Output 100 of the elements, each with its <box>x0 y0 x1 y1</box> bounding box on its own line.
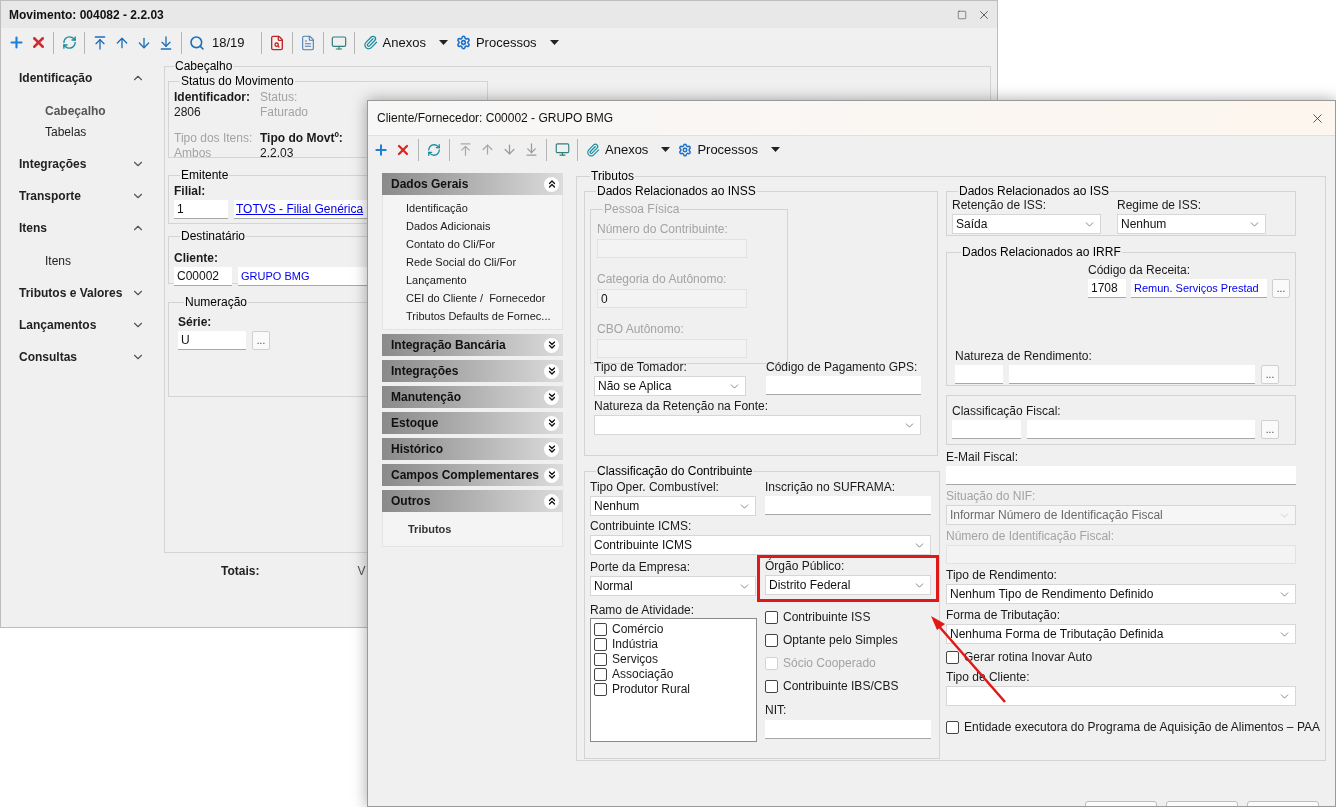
checkbox[interactable] <box>765 679 778 693</box>
nav-item[interactable]: Itens <box>19 250 161 271</box>
checkbox[interactable] <box>594 667 607 681</box>
field-label: Natureza da Retenção na Fonte: <box>594 399 769 413</box>
checkbox[interactable] <box>594 682 607 696</box>
checkbox[interactable] <box>946 650 959 664</box>
nav-item[interactable]: Tabelas <box>19 121 161 142</box>
toolbar-menu[interactable]: Anexos <box>358 31 452 54</box>
field-label: Tipo de Tomador: <box>594 360 687 374</box>
group-title: Emitente <box>180 168 230 182</box>
checkbox[interactable] <box>765 610 778 624</box>
text-field[interactable] <box>1027 420 1255 439</box>
accordion-item[interactable]: Rede Social do Cli/For <box>383 253 562 271</box>
accordion-header[interactable]: Integrações <box>382 360 563 382</box>
accordion-header[interactable]: Integração Bancária <box>382 334 563 356</box>
dropdown[interactable]: Nenhum <box>590 496 756 516</box>
dropdown[interactable]: Nenhum Tipo de Rendimento Definido <box>946 584 1296 604</box>
text-field[interactable] <box>946 466 1296 485</box>
maximize-icon[interactable] <box>957 9 967 20</box>
settings-icon <box>455 35 471 50</box>
window-title: Cliente/Fornecedor: C00002 - GRUPO BMG <box>377 110 614 127</box>
field-label: Tipo de Rendimento: <box>946 568 1057 582</box>
checkbox[interactable] <box>765 633 778 647</box>
field-value: Faturado <box>260 105 310 119</box>
text-field[interactable]: 1708 <box>1088 279 1126 298</box>
checkbox-label: Produtor Rural <box>612 682 691 696</box>
accordion-item[interactable]: Contato do Cli/For <box>383 235 562 253</box>
nav-section[interactable]: Lançamentos <box>19 309 145 341</box>
text-field[interactable] <box>955 365 1003 384</box>
nav-section[interactable]: Tributos e Valores <box>19 277 145 309</box>
nav-section[interactable]: Transporte <box>19 180 145 212</box>
field-label: Cliente: <box>174 251 218 265</box>
paperclip-icon <box>586 142 600 157</box>
group-title: Status do Movimento <box>180 74 295 88</box>
toolbar-menu[interactable]: Anexos <box>582 138 675 161</box>
field-label: Classificação Fiscal: <box>952 404 1061 418</box>
text-field[interactable] <box>766 376 921 395</box>
nav-item[interactable]: Cabeçalho <box>19 100 161 121</box>
text-field[interactable]: 1 <box>174 200 228 219</box>
field-label: Tipo Oper. Combustível: <box>590 480 719 494</box>
toolbar-menu[interactable]: Processos <box>451 31 563 54</box>
nav-section[interactable]: Itens <box>19 212 145 244</box>
field-label: Retenção de ISS: <box>952 198 1047 212</box>
text-field[interactable]: U <box>178 331 246 350</box>
field-label: Tipo dos Itens: <box>174 131 253 145</box>
dropdown[interactable]: Normal <box>590 576 756 596</box>
ellipsis-button[interactable]: ... <box>1261 420 1279 439</box>
checkbox-label: Contribuinte IBS/CBS <box>783 679 899 693</box>
ellipsis-button[interactable]: ... <box>1261 365 1279 384</box>
group-title: Dados Relacionados ao ISS <box>958 184 1111 198</box>
accordion-item[interactable]: Tributos Defaults de Fornec... <box>383 307 562 325</box>
nav-section[interactable]: Integrações <box>19 148 145 180</box>
text-field[interactable] <box>952 420 1021 439</box>
nav-section[interactable]: Consultas <box>19 341 145 373</box>
accordion-item[interactable]: Dados Adicionais <box>383 217 562 235</box>
field-label: Número do Contribuinte: <box>597 222 728 236</box>
dropdown[interactable]: Distrito Federal <box>765 575 931 595</box>
ellipsis-button[interactable]: ... <box>1272 279 1290 298</box>
text-field[interactable]: Remun. Serviços Prestad <box>1131 279 1267 298</box>
checkbox[interactable] <box>594 652 607 666</box>
field-label: Categoria do Autônomo: <box>597 272 727 286</box>
accordion-item[interactable]: Identificação <box>383 199 562 217</box>
accordion-header[interactable]: Manutenção <box>382 386 563 408</box>
text-field[interactable] <box>765 496 931 515</box>
checkbox-label: Sócio Cooperado <box>783 656 876 670</box>
checkbox-label: Associação <box>612 667 674 681</box>
paperclip-icon <box>362 35 378 50</box>
dropdown[interactable]: Saída <box>952 214 1101 234</box>
checkbox[interactable] <box>946 720 959 734</box>
text-field[interactable]: C00002 <box>174 267 232 286</box>
accordion-item[interactable]: Lançamento <box>383 271 562 289</box>
field-label: CBO Autônomo: <box>597 322 684 336</box>
record-position: 18/19 <box>211 33 246 52</box>
ellipsis-button[interactable]: ... <box>252 331 270 350</box>
accordion-header[interactable]: Dados Gerais <box>382 173 563 195</box>
field-label: Porte da Empresa: <box>590 560 691 574</box>
checkbox-label: Comércio <box>612 622 664 636</box>
checkbox[interactable] <box>594 637 607 651</box>
group-title: Numeração <box>184 295 249 309</box>
dropdown[interactable]: Contribuinte ICMS <box>590 535 931 555</box>
toolbar-menu[interactable]: Processos <box>674 138 785 161</box>
field-label: NIT: <box>765 703 787 717</box>
group-title: Pessoa Física <box>603 202 681 216</box>
accordion-header[interactable]: Estoque <box>382 412 563 434</box>
field-label: Ramo de Atividade: <box>590 603 695 617</box>
field-label: Código da Receita: <box>1088 263 1191 277</box>
field-label: Forma de Tributação: <box>946 608 1061 622</box>
text-field[interactable] <box>765 720 931 739</box>
field-label: Identificador: <box>174 90 250 104</box>
dropdown[interactable]: Nenhuma Forma de Tributação Definida <box>946 624 1296 644</box>
accordion-header[interactable]: Outros <box>382 490 563 512</box>
field-value: Ambos <box>174 146 213 160</box>
accordion-header[interactable]: Campos Complementares <box>382 464 563 486</box>
accordion-item[interactable]: CEI do Cliente / Fornecedor <box>383 289 562 307</box>
dropdown[interactable]: Não se Aplica <box>594 376 746 396</box>
text-field[interactable] <box>1009 365 1255 384</box>
nav-section[interactable]: Identificação <box>19 62 145 94</box>
dropdown[interactable]: Nenhum <box>1117 214 1266 234</box>
checkbox[interactable] <box>594 622 607 636</box>
accordion-header[interactable]: Histórico <box>382 438 563 460</box>
